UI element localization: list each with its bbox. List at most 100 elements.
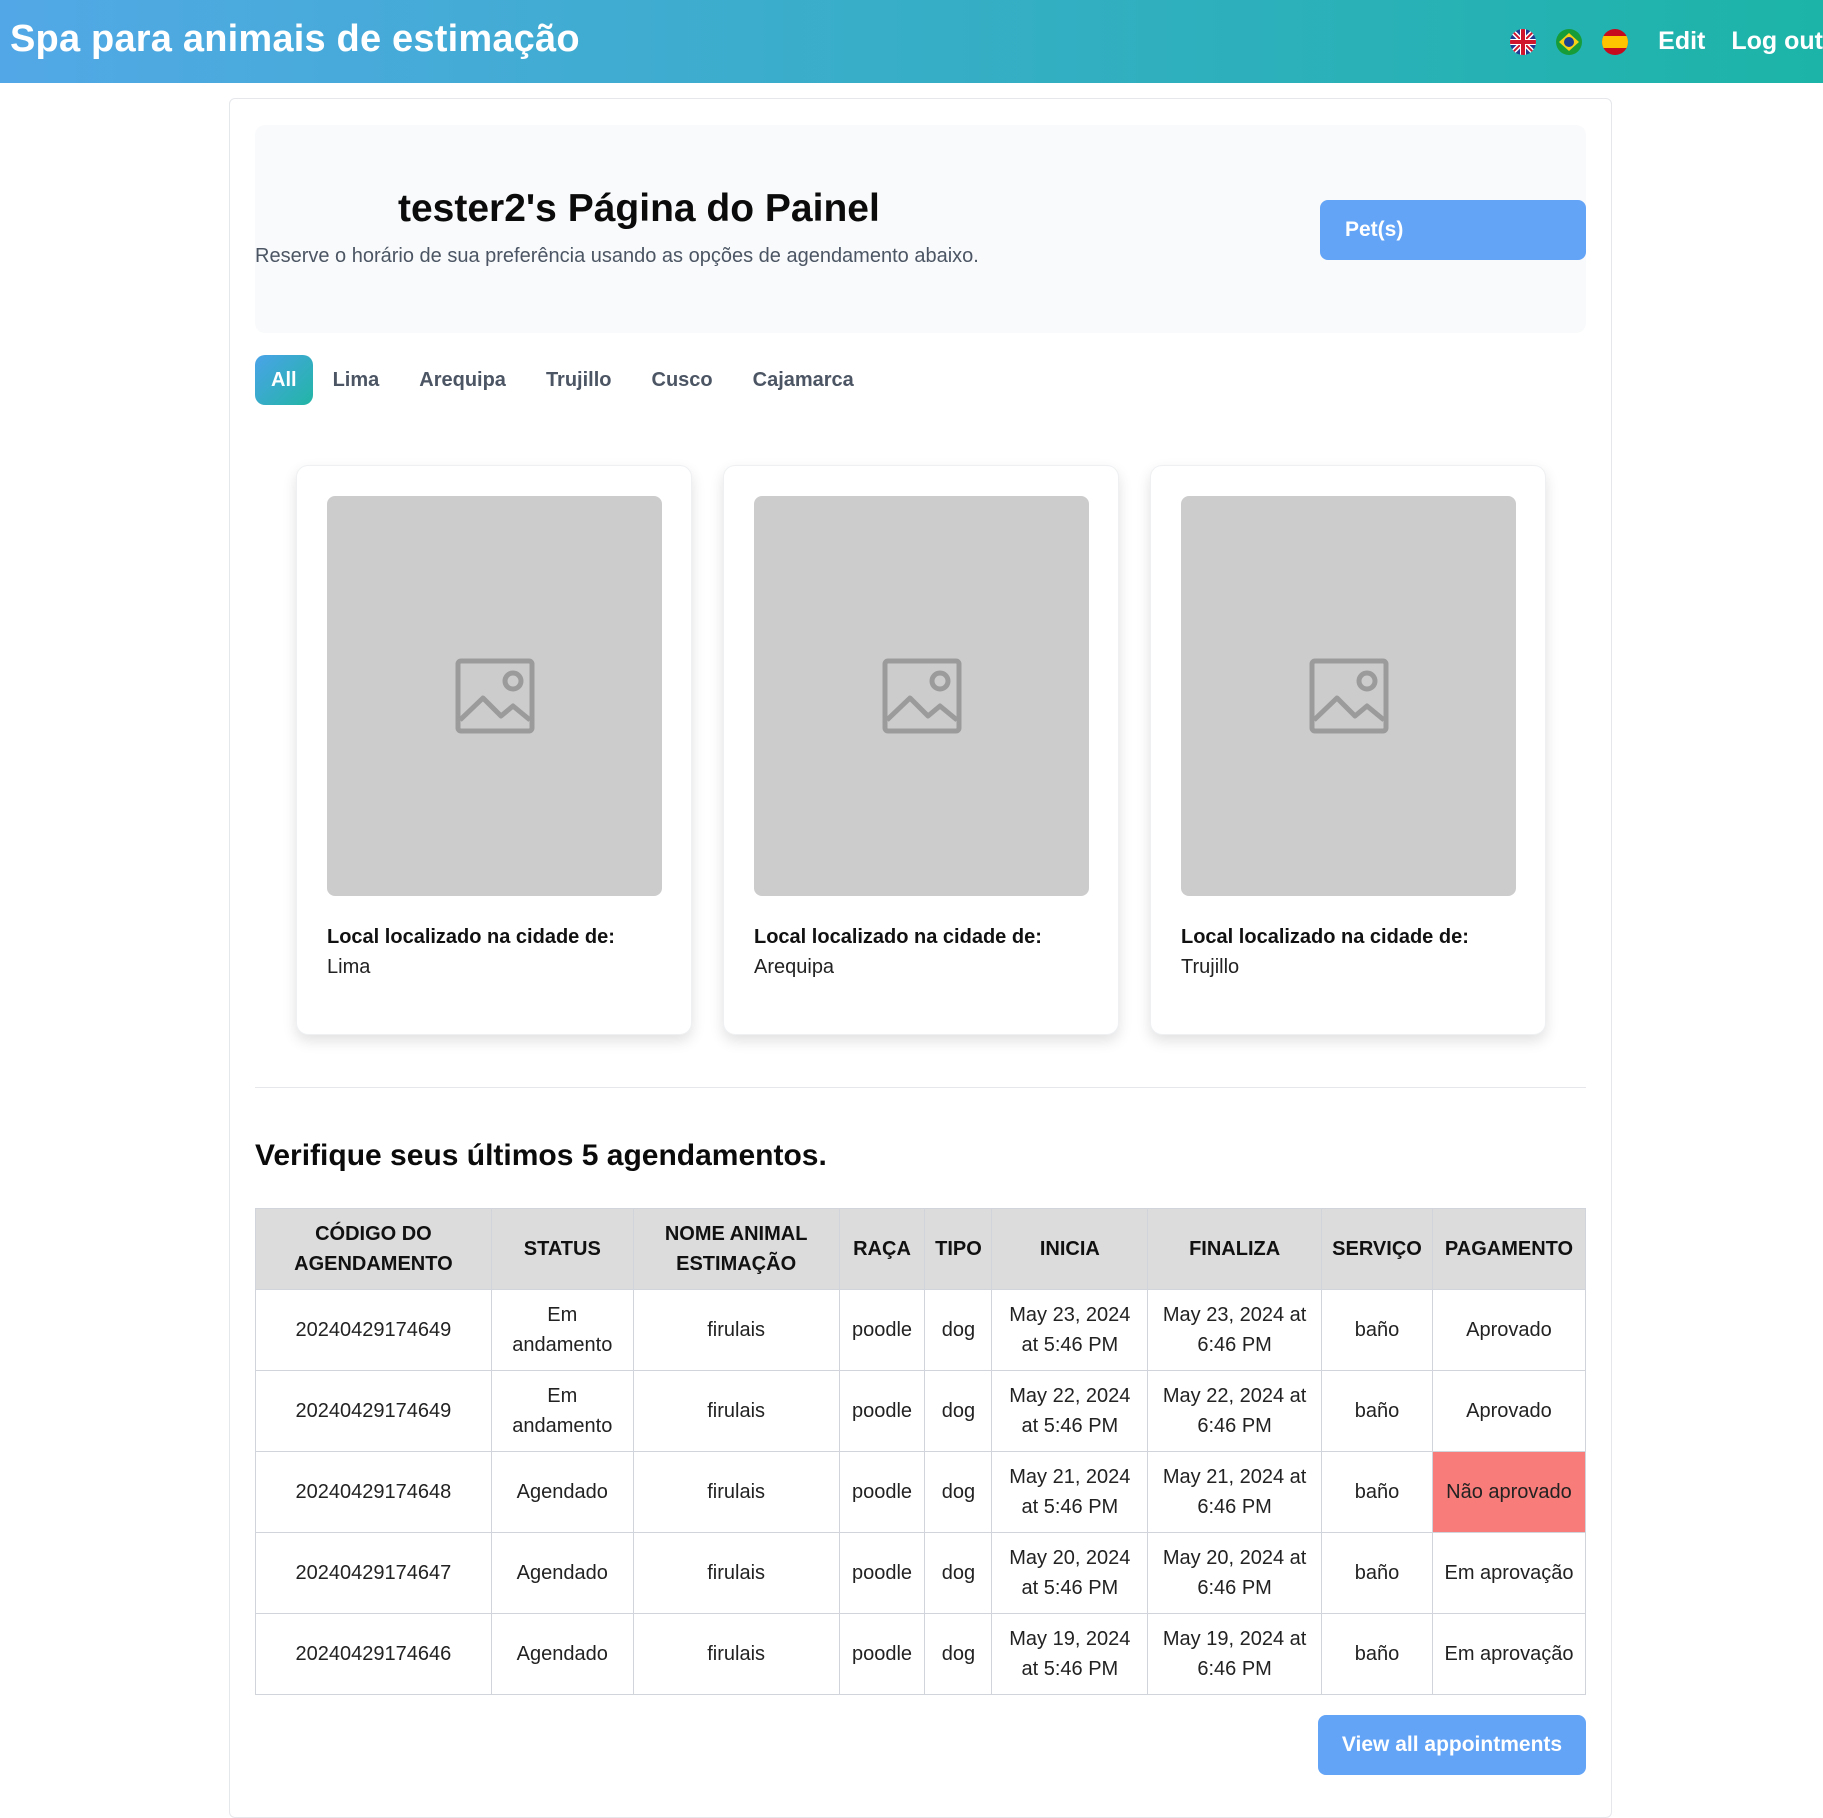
- cell-status: Agendado: [490, 1532, 634, 1614]
- view-all-appointments-button[interactable]: View all appointments: [1318, 1715, 1586, 1775]
- tab-all[interactable]: All: [255, 355, 313, 405]
- cell-breed: poodle: [838, 1613, 926, 1695]
- card-label: Local localizado na cidade de:: [754, 926, 1042, 948]
- cell-end: May 23, 2024 at 6:46 PM: [1147, 1289, 1322, 1371]
- cell-status: Agendado: [490, 1451, 634, 1533]
- location-card-trujillo[interactable]: Local localizado na cidade de: Trujillo: [1150, 465, 1546, 1035]
- cell-service: baño: [1321, 1370, 1433, 1452]
- cell-end: May 19, 2024 at 6:46 PM: [1147, 1613, 1322, 1695]
- uk-flag-icon[interactable]: [1510, 28, 1537, 55]
- card-city: Arequipa: [754, 956, 835, 978]
- column-header-pet: NOME ANIMAL ESTIMAÇÃO: [632, 1208, 840, 1290]
- table-row: 20240429174649 Em andamento firulais poo…: [255, 1370, 1587, 1452]
- cell-type: dog: [924, 1451, 993, 1533]
- cell-status: Em andamento: [490, 1289, 634, 1371]
- card-image: [754, 496, 1089, 896]
- tab-lima[interactable]: Lima: [313, 355, 400, 405]
- tab-trujillo[interactable]: Trujillo: [526, 355, 632, 405]
- column-header-end: FINALIZA: [1147, 1208, 1322, 1290]
- brazil-flag-icon[interactable]: [1556, 28, 1583, 55]
- appointments-title: Verifique seus últimos 5 agendamentos.: [255, 1139, 827, 1172]
- cell-start: May 20, 2024 at 5:46 PM: [991, 1532, 1149, 1614]
- cell-code: 20240429174649: [255, 1289, 492, 1371]
- table-row: 20240429174647 Agendado firulais poodle …: [255, 1532, 1587, 1614]
- cell-pet: firulais: [632, 1451, 840, 1533]
- column-header-start: INICIA: [991, 1208, 1149, 1290]
- card-image: [1181, 496, 1516, 896]
- column-header-service: SERVIÇO: [1321, 1208, 1433, 1290]
- cell-type: dog: [924, 1370, 993, 1452]
- section-divider: [255, 1087, 1586, 1088]
- card-label: Local localizado na cidade de:: [327, 926, 615, 948]
- tab-arequipa[interactable]: Arequipa: [399, 355, 526, 405]
- card-city: Lima: [327, 956, 371, 978]
- cell-breed: poodle: [838, 1289, 926, 1371]
- cell-payment-rejected: Não aprovado: [1431, 1451, 1587, 1533]
- top-navbar: Spa para animais de estimação Edit Log o…: [0, 0, 1823, 83]
- cell-pet: firulais: [632, 1613, 840, 1695]
- cell-start: May 23, 2024 at 5:46 PM: [991, 1289, 1149, 1371]
- cell-code: 20240429174646: [255, 1613, 492, 1695]
- cell-type: dog: [924, 1289, 993, 1371]
- page-title: tester2's Página do Painel: [398, 187, 880, 230]
- image-placeholder-icon: [1309, 658, 1388, 734]
- brand-title[interactable]: Spa para animais de estimação: [10, 18, 580, 61]
- cell-pet: firulais: [632, 1532, 840, 1614]
- cell-end: May 21, 2024 at 6:46 PM: [1147, 1451, 1322, 1533]
- card-city: Trujillo: [1181, 956, 1240, 978]
- pets-button[interactable]: Pet(s): [1320, 200, 1586, 260]
- cell-service: baño: [1321, 1613, 1433, 1695]
- cell-code: 20240429174647: [255, 1532, 492, 1614]
- column-header-code: CÓDIGO DO AGENDAMENTO: [255, 1208, 492, 1290]
- cell-code: 20240429174648: [255, 1451, 492, 1533]
- cell-service: baño: [1321, 1532, 1433, 1614]
- cell-end: May 20, 2024 at 6:46 PM: [1147, 1532, 1322, 1614]
- cell-payment: Em aprovação: [1431, 1613, 1587, 1695]
- image-placeholder-icon: [882, 658, 961, 734]
- edit-link[interactable]: Edit: [1658, 27, 1705, 56]
- table-row: 20240429174648 Agendado firulais poodle …: [255, 1451, 1587, 1533]
- cell-payment: Aprovado: [1431, 1289, 1587, 1371]
- logout-link[interactable]: Log out: [1731, 27, 1823, 56]
- cell-type: dog: [924, 1532, 993, 1614]
- dashboard-hero: tester2's Página do Painel Reserve o hor…: [255, 125, 1586, 333]
- table-row: 20240429174646 Agendado firulais poodle …: [255, 1613, 1587, 1695]
- cell-start: May 21, 2024 at 5:46 PM: [991, 1451, 1149, 1533]
- tab-cajamarca[interactable]: Cajamarca: [733, 355, 874, 405]
- cell-payment: Aprovado: [1431, 1370, 1587, 1452]
- city-filter-tabs: All Lima Arequipa Trujillo Cusco Cajamar…: [255, 355, 874, 405]
- page-subtitle: Reserve o horário de sua preferência usa…: [255, 245, 979, 267]
- spain-flag-icon[interactable]: [1602, 28, 1629, 55]
- location-cards: Local localizado na cidade de: Lima Loca…: [296, 465, 1546, 1035]
- card-image: [327, 496, 662, 896]
- cell-service: baño: [1321, 1451, 1433, 1533]
- cell-start: May 22, 2024 at 5:46 PM: [991, 1370, 1149, 1452]
- cell-end: May 22, 2024 at 6:46 PM: [1147, 1370, 1322, 1452]
- cell-status: Em andamento: [490, 1370, 634, 1452]
- image-placeholder-icon: [455, 658, 534, 734]
- cell-status: Agendado: [490, 1613, 634, 1695]
- column-header-type: TIPO: [924, 1208, 993, 1290]
- cell-breed: poodle: [838, 1370, 926, 1452]
- table-header-row: CÓDIGO DO AGENDAMENTO STATUS NOME ANIMAL…: [255, 1208, 1587, 1290]
- cell-pet: firulais: [632, 1370, 840, 1452]
- table-row: 20240429174649 Em andamento firulais poo…: [255, 1289, 1587, 1371]
- cell-breed: poodle: [838, 1532, 926, 1614]
- cell-service: baño: [1321, 1289, 1433, 1371]
- card-label: Local localizado na cidade de:: [1181, 926, 1469, 948]
- dashboard-container: tester2's Página do Painel Reserve o hor…: [229, 98, 1612, 1818]
- location-card-arequipa[interactable]: Local localizado na cidade de: Arequipa: [723, 465, 1119, 1035]
- tab-cusco[interactable]: Cusco: [632, 355, 733, 405]
- column-header-breed: RAÇA: [838, 1208, 926, 1290]
- cell-code: 20240429174649: [255, 1370, 492, 1452]
- cell-type: dog: [924, 1613, 993, 1695]
- navbar-right: Edit Log out: [1510, 0, 1823, 83]
- appointments-table: CÓDIGO DO AGENDAMENTO STATUS NOME ANIMAL…: [255, 1208, 1587, 1695]
- cell-payment: Em aprovação: [1431, 1532, 1587, 1614]
- cell-pet: firulais: [632, 1289, 840, 1371]
- cell-breed: poodle: [838, 1451, 926, 1533]
- location-card-lima[interactable]: Local localizado na cidade de: Lima: [296, 465, 692, 1035]
- column-header-status: STATUS: [490, 1208, 634, 1290]
- column-header-payment: PAGAMENTO: [1431, 1208, 1587, 1290]
- cell-start: May 19, 2024 at 5:46 PM: [991, 1613, 1149, 1695]
